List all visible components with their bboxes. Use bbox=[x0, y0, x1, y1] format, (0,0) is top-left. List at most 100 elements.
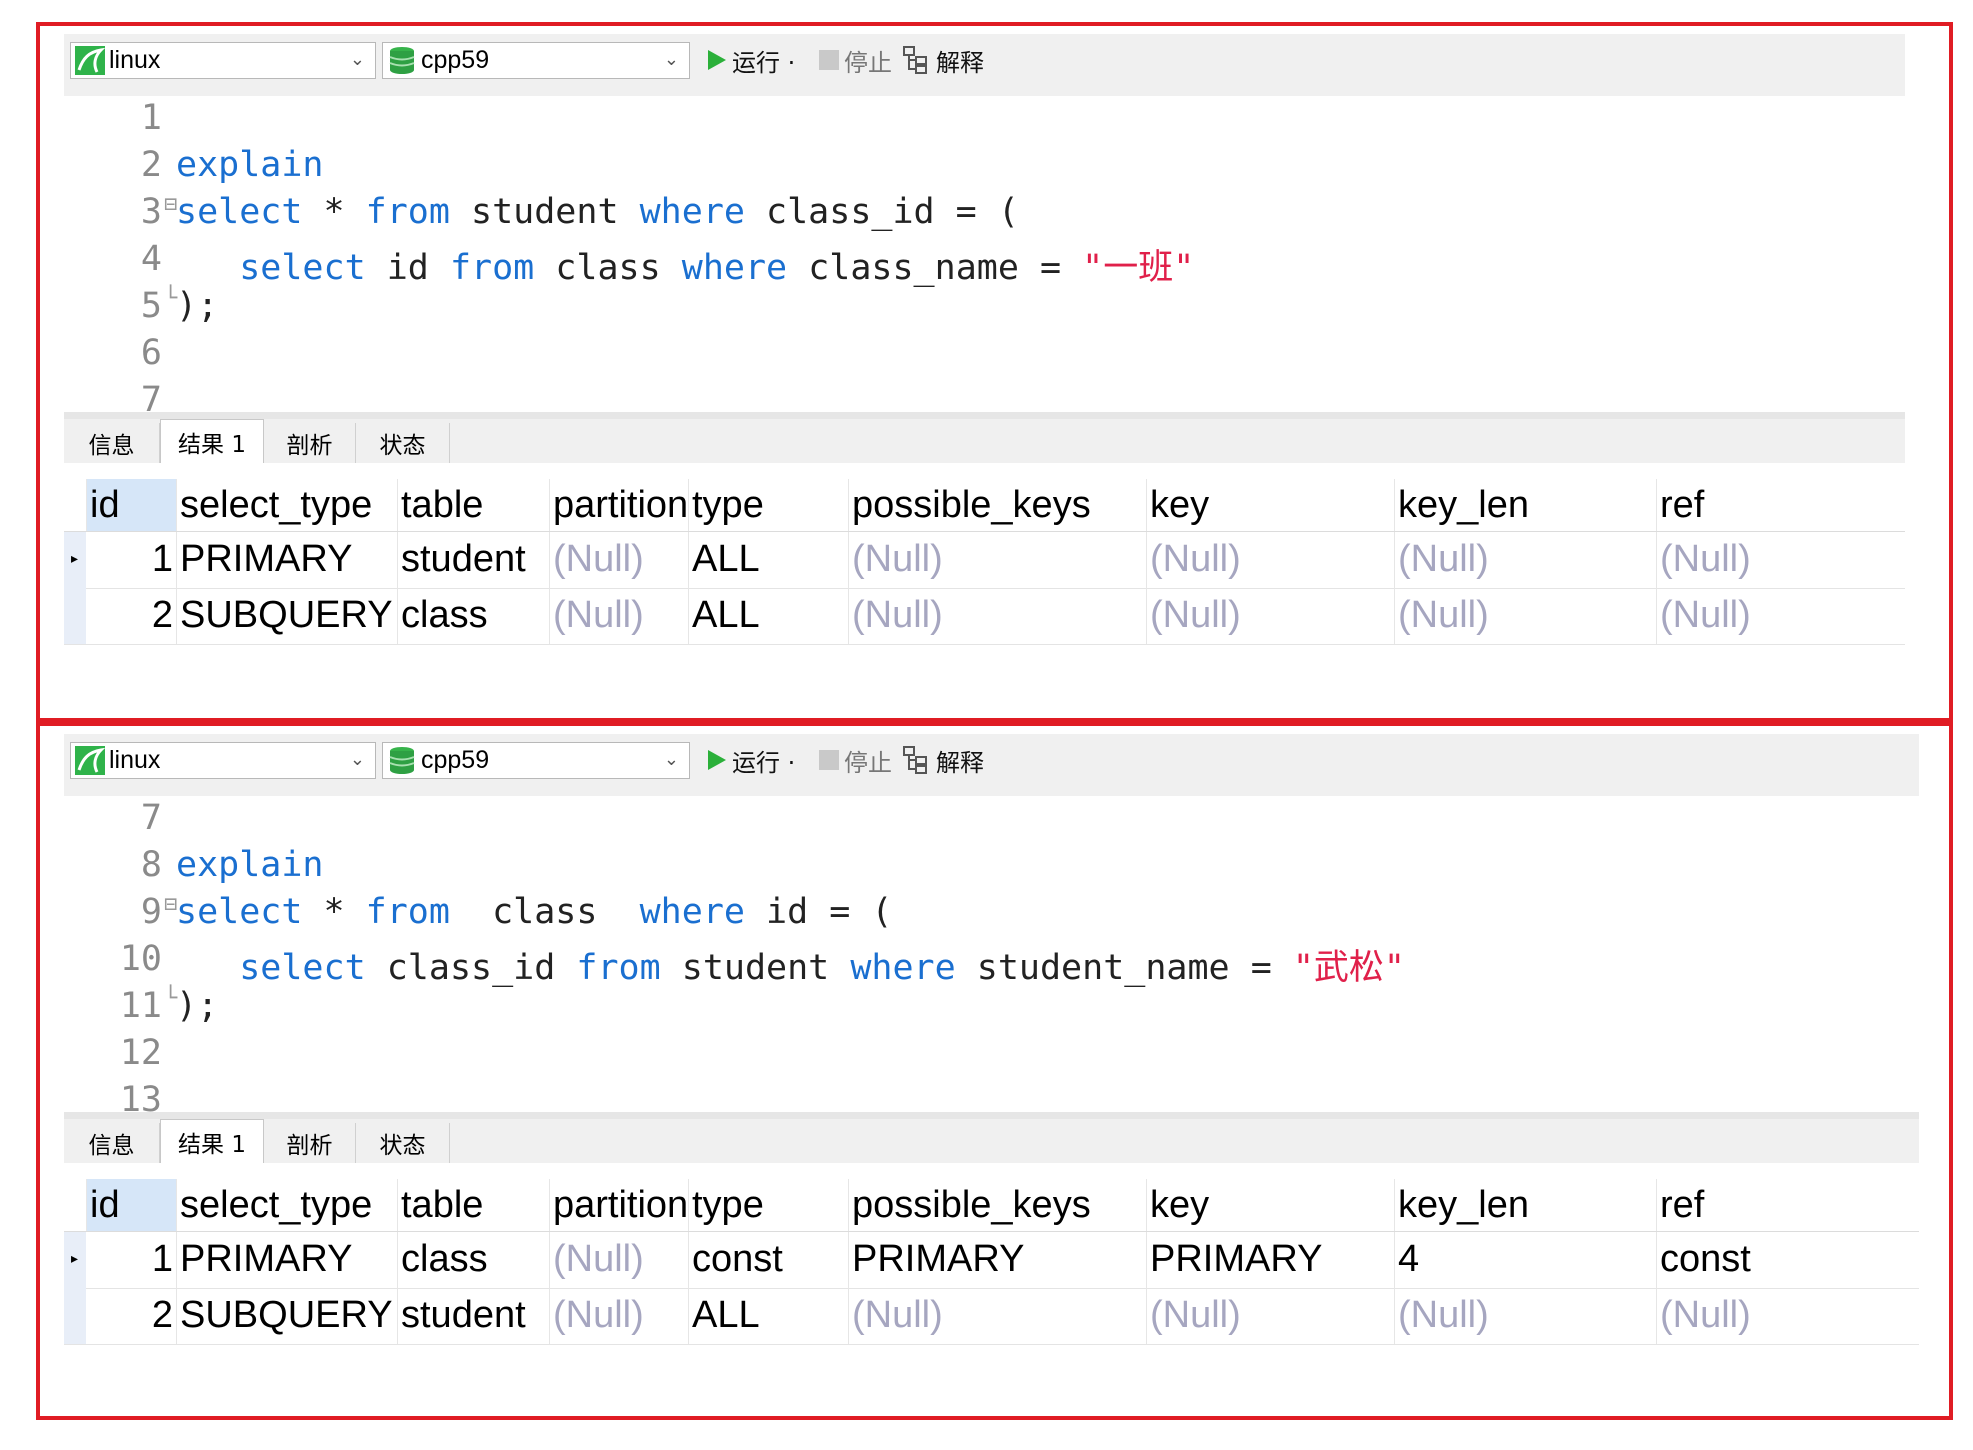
splitter[interactable] bbox=[64, 412, 1905, 419]
cell-partitions[interactable]: (Null) bbox=[549, 1288, 688, 1344]
column-header-possible-keys[interactable]: possible_keys bbox=[848, 479, 1146, 531]
cell-key[interactable]: (Null) bbox=[1146, 1288, 1394, 1344]
sql-text: ); bbox=[176, 286, 219, 326]
table-row[interactable]: 2 SUBQUERY student (Null) ALL (Null) (Null) (Nu… bbox=[64, 1288, 1919, 1345]
explain-button[interactable]: 解释 bbox=[902, 740, 984, 780]
connection-name: linux bbox=[109, 46, 161, 74]
line-number: 9 bbox=[140, 892, 162, 932]
column-header-select-type[interactable]: select_type bbox=[176, 479, 397, 531]
cell-select-type[interactable]: PRIMARY bbox=[176, 532, 397, 588]
column-header-possible-keys[interactable]: possible_keys bbox=[848, 1179, 1146, 1231]
column-header-id[interactable]: id bbox=[86, 1179, 176, 1231]
row-selector[interactable] bbox=[64, 588, 86, 644]
column-header-table[interactable]: table bbox=[397, 1179, 549, 1231]
cell-select-type[interactable]: SUBQUERY bbox=[176, 1288, 397, 1344]
cell-id[interactable]: 1 bbox=[86, 1232, 176, 1288]
sql-text: class_name = bbox=[787, 248, 1083, 288]
column-header-type[interactable]: type bbox=[688, 479, 848, 531]
connection-select[interactable]: linux ⌄ bbox=[70, 42, 376, 79]
column-header-type[interactable]: type bbox=[688, 1179, 848, 1231]
tab-info[interactable]: 信息 bbox=[64, 1123, 160, 1163]
tab-status[interactable]: 状态 bbox=[356, 423, 450, 463]
cell-select-type[interactable]: PRIMARY bbox=[176, 1232, 397, 1288]
column-header-partitions[interactable]: partitions bbox=[549, 1179, 688, 1231]
tab-result-1[interactable]: 结果 1 bbox=[160, 419, 264, 464]
cell-table[interactable]: student bbox=[397, 1288, 549, 1344]
splitter[interactable] bbox=[64, 1112, 1919, 1119]
cell-possible-keys[interactable]: (Null) bbox=[848, 588, 1146, 644]
cell-table[interactable]: class bbox=[397, 1232, 549, 1288]
database-select[interactable]: cpp59 ⌄ bbox=[382, 42, 690, 79]
cell-key[interactable]: PRIMARY bbox=[1146, 1232, 1394, 1288]
tab-result-1[interactable]: 结果 1 bbox=[160, 1119, 264, 1164]
cell-ref[interactable]: (Null) bbox=[1656, 588, 1836, 644]
table-row[interactable]: ▸ 1 PRIMARY class (Null) const PRIMARY PRIMARY 4… bbox=[64, 1232, 1919, 1289]
sql-string: "一班" bbox=[1082, 248, 1195, 288]
cell-table[interactable]: class bbox=[397, 588, 549, 644]
chevron-down-icon[interactable]: ⌄ bbox=[350, 49, 365, 70]
cell-ref[interactable]: (Null) bbox=[1656, 532, 1836, 588]
cell-ref[interactable]: (Null) bbox=[1656, 1288, 1836, 1344]
column-header-id[interactable]: id bbox=[86, 479, 176, 531]
cell-key-len[interactable]: 4 bbox=[1394, 1232, 1656, 1288]
tab-status[interactable]: 状态 bbox=[356, 1123, 450, 1163]
play-icon bbox=[708, 750, 726, 770]
sql-keyword: explain bbox=[176, 145, 324, 185]
chevron-down-icon[interactable]: ⌄ bbox=[664, 49, 679, 70]
connection-select[interactable]: linux ⌄ bbox=[70, 742, 376, 779]
cell-partitions[interactable]: (Null) bbox=[549, 588, 688, 644]
cell-id[interactable]: 1 bbox=[86, 532, 176, 588]
column-header-table[interactable]: table bbox=[397, 479, 549, 531]
sql-editor[interactable]: 1 2 explain 3 ⊟ select * from student where c… bbox=[64, 96, 1905, 416]
column-header-ref[interactable]: ref bbox=[1656, 1179, 1836, 1231]
database-select[interactable]: cpp59 ⌄ bbox=[382, 742, 690, 779]
cell-id[interactable]: 2 bbox=[86, 588, 176, 644]
cell-key[interactable]: (Null) bbox=[1146, 588, 1394, 644]
column-header-key[interactable]: key bbox=[1146, 479, 1394, 531]
cell-type[interactable]: ALL bbox=[688, 532, 848, 588]
cell-type[interactable]: ALL bbox=[688, 588, 848, 644]
stop-button[interactable]: 停止 bbox=[818, 740, 892, 780]
column-header-select-type[interactable]: select_type bbox=[176, 1179, 397, 1231]
row-selector[interactable] bbox=[64, 1288, 86, 1344]
table-row[interactable]: ▸ 1 PRIMARY student (Null) ALL (Null) (Null) (Nu… bbox=[64, 532, 1905, 589]
cell-key-len[interactable]: (Null) bbox=[1394, 532, 1656, 588]
tab-profile[interactable]: 剖析 bbox=[264, 423, 356, 463]
cell-partitions[interactable]: (Null) bbox=[549, 1232, 688, 1288]
row-selector[interactable]: ▸ bbox=[64, 1232, 86, 1288]
cell-possible-keys[interactable]: (Null) bbox=[848, 532, 1146, 588]
column-header-key-len[interactable]: key_len bbox=[1394, 479, 1656, 531]
row-selector[interactable]: ▸ bbox=[64, 532, 86, 588]
run-button[interactable]: 运行 · bbox=[706, 740, 795, 780]
cell-possible-keys[interactable]: (Null) bbox=[848, 1288, 1146, 1344]
chevron-down-icon[interactable]: ⌄ bbox=[350, 749, 365, 770]
column-header-partitions[interactable]: partitions bbox=[549, 479, 688, 531]
column-header-ref[interactable]: ref bbox=[1656, 479, 1836, 531]
line-number: 8 bbox=[140, 845, 162, 885]
cell-key[interactable]: (Null) bbox=[1146, 532, 1394, 588]
explain-button[interactable]: 解释 bbox=[902, 40, 984, 80]
cell-type[interactable]: const bbox=[688, 1232, 848, 1288]
code-text: select id from class where class_name = … bbox=[176, 239, 1194, 290]
cell-id[interactable]: 2 bbox=[86, 1288, 176, 1344]
result-grid: idselect_typetablepartitionstypepossible… bbox=[64, 1163, 1919, 1393]
stop-button[interactable]: 停止 bbox=[818, 40, 892, 80]
tab-profile[interactable]: 剖析 bbox=[264, 1123, 356, 1163]
cell-possible-keys[interactable]: PRIMARY bbox=[848, 1232, 1146, 1288]
cell-key-len[interactable]: (Null) bbox=[1394, 588, 1656, 644]
cell-type[interactable]: ALL bbox=[688, 1288, 848, 1344]
cell-select-type[interactable]: SUBQUERY bbox=[176, 588, 397, 644]
cell-partitions[interactable]: (Null) bbox=[549, 532, 688, 588]
cell-key-len[interactable]: (Null) bbox=[1394, 1288, 1656, 1344]
table-row[interactable]: 2 SUBQUERY class (Null) ALL (Null) (Null) (Null… bbox=[64, 588, 1905, 645]
column-header-key-len[interactable]: key_len bbox=[1394, 1179, 1656, 1231]
column-header-key[interactable]: key bbox=[1146, 1179, 1394, 1231]
cell-table[interactable]: student bbox=[397, 532, 549, 588]
run-button[interactable]: 运行 · bbox=[706, 40, 795, 80]
chevron-down-icon[interactable]: ⌄ bbox=[664, 749, 679, 770]
cell-ref[interactable]: const bbox=[1656, 1232, 1836, 1288]
tab-info[interactable]: 信息 bbox=[64, 423, 160, 463]
sql-editor[interactable]: 7 8 explain 9 ⊟ select * from class where id … bbox=[64, 796, 1919, 1116]
sql-text: class_id bbox=[365, 948, 577, 988]
